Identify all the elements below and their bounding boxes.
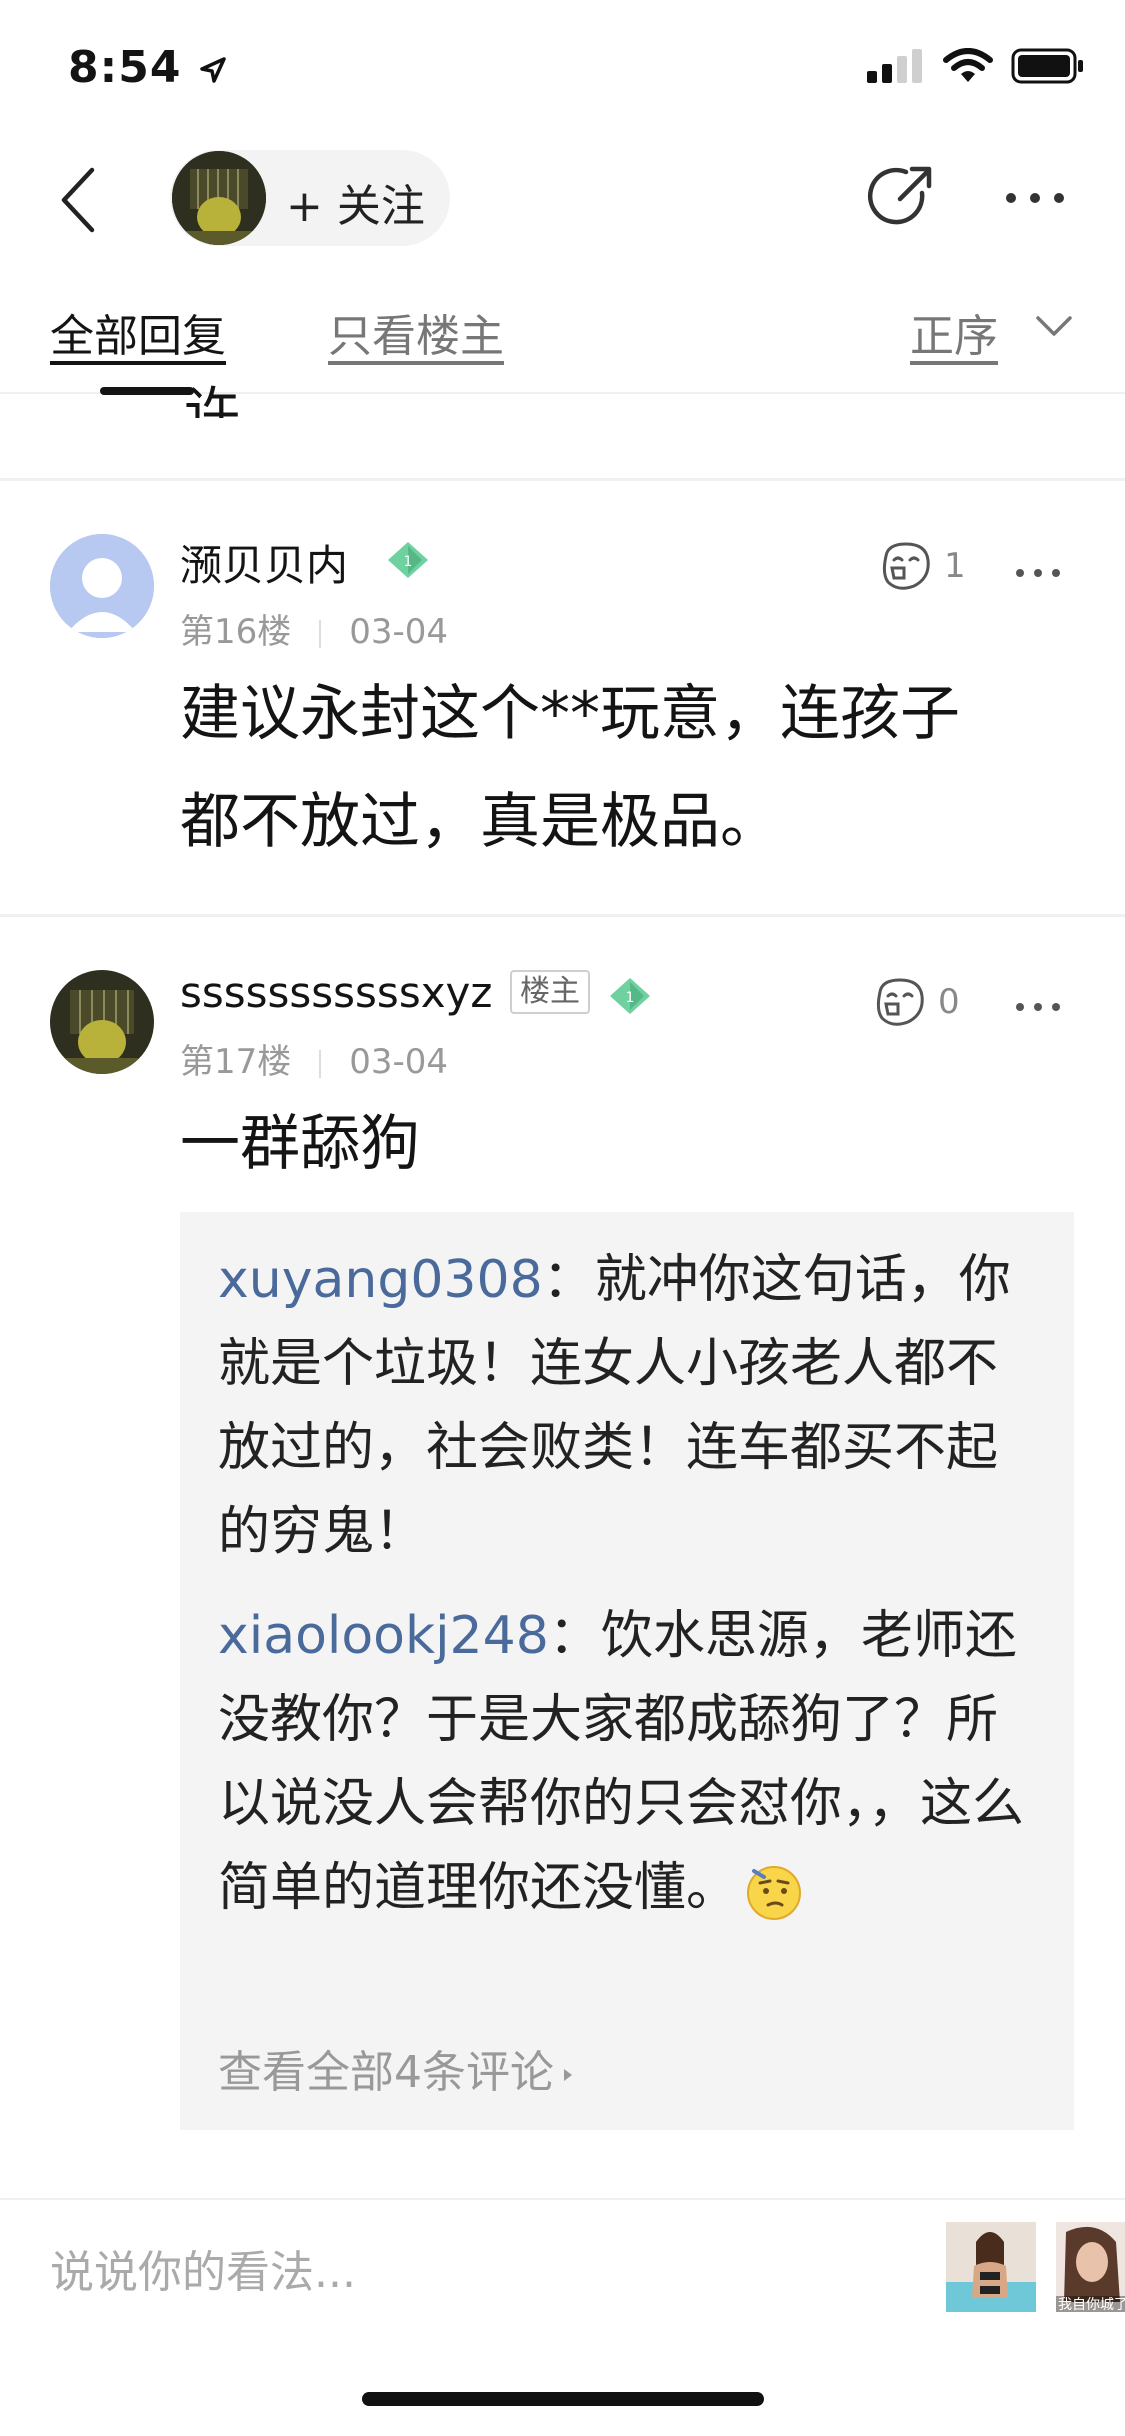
floor-number: 第16楼 [180,612,292,652]
avatar-image-icon [172,151,266,245]
comment-input[interactable]: 说说你的看法... [50,2236,356,2300]
post-meta: 第17楼 03-04 [180,1034,448,1083]
floor-number: 第17楼 [180,1042,292,1082]
user-avatar[interactable] [50,970,154,1074]
gem-badge-icon: 1 [388,542,428,578]
wifi-icon [943,48,993,82]
chevron-down-icon[interactable] [1034,312,1074,340]
svg-text:1: 1 [404,554,413,570]
thumb-up-face-icon [882,542,930,590]
reply-item[interactable]: xuyang0308：就冲你这句话，你就是个垃圾！连女人小孩老人都不放过的，社会… [218,1238,1038,1574]
thumbnail-caption: 我自你城了 [1058,2297,1125,2312]
media-thumbnail[interactable]: 我自你城了 [1056,2222,1125,2312]
thumb-up-face-icon [876,978,924,1026]
active-tab-indicator [100,387,194,395]
more-options-icon[interactable] [1006,188,1078,207]
view-all-comments-link[interactable]: 查看全部4条评论 [218,2036,576,2100]
post-content: 一群舔狗 [180,1109,420,1179]
sort-order-dropdown[interactable]: 正序 [910,300,998,364]
like-button[interactable]: 0 [872,974,960,1030]
media-thumbnail[interactable] [946,2222,1036,2312]
like-button[interactable]: 1 [878,538,966,594]
post-meta: 第16楼 03-04 [180,604,448,653]
status-indicators [867,48,1085,84]
post-username[interactable]: 滪贝贝内 [180,532,348,593]
like-count: 0 [938,982,960,1022]
reply-username[interactable]: xuyang0308 [218,1250,543,1310]
post-content: 建议永封这个**玩意，连孩子 都不放过，真是极品。 [180,660,1080,876]
status-time: 8:54 [68,42,228,93]
caret-right-icon [564,2069,572,2081]
tab-all-replies[interactable]: 全部回复 [50,300,226,364]
signal-icon [867,49,922,83]
post-divider [0,478,1125,481]
home-indicator [362,2392,764,2406]
status-time-text: 8:54 [68,42,182,93]
post-divider [0,914,1125,917]
avatar-image-icon [50,970,154,1074]
svg-text:1: 1 [626,990,635,1006]
reply-username[interactable]: xiaolookj248 [218,1606,549,1666]
previous-post-tail: 许。 [184,382,296,418]
reply-separator: ： [542,1250,595,1310]
user-avatar[interactable] [50,534,154,638]
bottom-bar-divider [0,2198,1125,2200]
default-avatar-icon [50,534,154,638]
back-arrow-icon[interactable] [52,160,108,240]
reply-separator: ： [548,1606,601,1666]
author-avatar[interactable] [172,151,266,245]
location-arrow-icon [200,57,226,83]
photo-thumbnail-icon [946,2222,1036,2312]
post-content-line: 都不放过，真是极品。 [180,787,780,857]
tab-owner-only[interactable]: 只看楼主 [328,300,504,364]
view-all-label: 查看全部4条评论 [218,2047,554,2098]
share-icon[interactable] [866,163,936,233]
follow-button[interactable]: + 关注 [286,170,425,234]
post-content-line: 建议永封这个**玩意，连孩子 [180,679,960,749]
owner-tag: 楼主 [510,970,590,1014]
thinking-emoji-icon [747,1866,802,1920]
post-date: 03-04 [349,1042,449,1082]
post-more-icon[interactable] [1016,996,1070,1015]
post-more-icon[interactable] [1016,562,1070,581]
reply-item[interactable]: xiaolookj248：饮水思源，老师还没教你？于是大家都成舔狗了？所以说没人… [218,1594,1038,1930]
like-count: 1 [944,546,966,586]
post-date: 03-04 [349,612,449,652]
gem-badge-icon: 1 [610,978,650,1014]
post-username[interactable]: sssssssssssxyz [180,968,492,1017]
battery-icon [1011,48,1083,84]
